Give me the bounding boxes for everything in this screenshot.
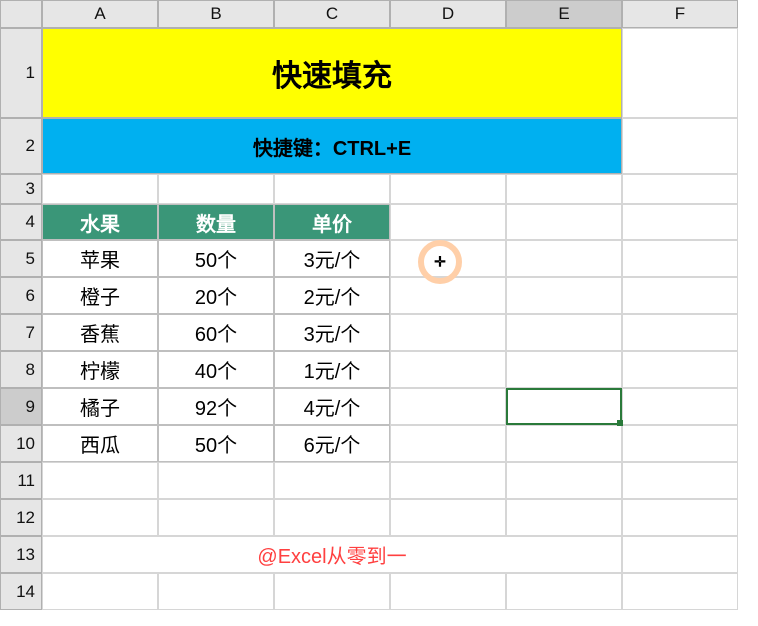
table-row[interactable]: 3元/个 xyxy=(274,314,390,351)
cell-f14[interactable] xyxy=(622,573,738,610)
table-row[interactable]: 50个 xyxy=(158,425,274,462)
credit-text: @Excel从零到一 xyxy=(42,536,622,573)
cell-e9-selected[interactable] xyxy=(506,388,622,425)
row-header-2[interactable]: 2 xyxy=(0,118,42,174)
row-header-13[interactable]: 13 xyxy=(0,536,42,573)
col-header-d[interactable]: D xyxy=(390,0,506,28)
table-row[interactable]: 柠檬 xyxy=(42,351,158,388)
table-row[interactable]: 4元/个 xyxy=(274,388,390,425)
col-header-c[interactable]: C xyxy=(274,0,390,28)
cell-d7[interactable] xyxy=(390,314,506,351)
cell-f3[interactable] xyxy=(622,174,738,204)
cell-f12[interactable] xyxy=(622,499,738,536)
table-row[interactable]: 40个 xyxy=(158,351,274,388)
row-header-1[interactable]: 1 xyxy=(0,28,42,118)
cell-b11[interactable] xyxy=(158,462,274,499)
cell-c12[interactable] xyxy=(274,499,390,536)
cell-e4[interactable] xyxy=(506,204,622,240)
cell-a3[interactable] xyxy=(42,174,158,204)
cell-e7[interactable] xyxy=(506,314,622,351)
table-row[interactable]: 50个 xyxy=(158,240,274,277)
row-header-7[interactable]: 7 xyxy=(0,314,42,351)
spreadsheet-grid[interactable]: A B C D E F 1 快速填充 2 快捷键：CTRL+E 3 4 水果 数… xyxy=(0,0,758,610)
row-header-9[interactable]: 9 xyxy=(0,388,42,425)
cell-d11[interactable] xyxy=(390,462,506,499)
row-header-11[interactable]: 11 xyxy=(0,462,42,499)
cell-d10[interactable] xyxy=(390,425,506,462)
table-row[interactable]: 橘子 xyxy=(42,388,158,425)
cell-f13[interactable] xyxy=(622,536,738,573)
table-row[interactable]: 3元/个 xyxy=(274,240,390,277)
cell-e5[interactable] xyxy=(506,240,622,277)
cell-f5[interactable] xyxy=(622,240,738,277)
cell-e8[interactable] xyxy=(506,351,622,388)
cell-d8[interactable] xyxy=(390,351,506,388)
table-row[interactable]: 香蕉 xyxy=(42,314,158,351)
col-header-a[interactable]: A xyxy=(42,0,158,28)
table-header-price[interactable]: 单价 xyxy=(274,204,390,240)
row-header-14[interactable]: 14 xyxy=(0,573,42,610)
table-row[interactable]: 2元/个 xyxy=(274,277,390,314)
col-header-e[interactable]: E xyxy=(506,0,622,28)
cell-e10[interactable] xyxy=(506,425,622,462)
cell-d14[interactable] xyxy=(390,573,506,610)
subtitle-cell[interactable]: 快捷键：CTRL+E xyxy=(42,118,622,174)
cell-f11[interactable] xyxy=(622,462,738,499)
cell-d6[interactable] xyxy=(390,277,506,314)
table-row[interactable]: 西瓜 xyxy=(42,425,158,462)
row-header-8[interactable]: 8 xyxy=(0,351,42,388)
cell-d12[interactable] xyxy=(390,499,506,536)
cell-f2[interactable] xyxy=(622,118,738,174)
cell-e11[interactable] xyxy=(506,462,622,499)
row-header-3[interactable]: 3 xyxy=(0,174,42,204)
cell-a11[interactable] xyxy=(42,462,158,499)
cell-f8[interactable] xyxy=(622,351,738,388)
cell-f4[interactable] xyxy=(622,204,738,240)
cell-b14[interactable] xyxy=(158,573,274,610)
table-row[interactable]: 1元/个 xyxy=(274,351,390,388)
cell-a14[interactable] xyxy=(42,573,158,610)
cell-c14[interactable] xyxy=(274,573,390,610)
table-header-fruit[interactable]: 水果 xyxy=(42,204,158,240)
cell-e12[interactable] xyxy=(506,499,622,536)
cell-d9[interactable] xyxy=(390,388,506,425)
cell-f6[interactable] xyxy=(622,277,738,314)
cell-e6[interactable] xyxy=(506,277,622,314)
title-cell[interactable]: 快速填充 xyxy=(42,28,622,118)
cell-d3[interactable] xyxy=(390,174,506,204)
table-row[interactable]: 苹果 xyxy=(42,240,158,277)
cell-f1[interactable] xyxy=(622,28,738,118)
select-all-corner[interactable] xyxy=(0,0,42,28)
row-header-5[interactable]: 5 xyxy=(0,240,42,277)
table-header-qty[interactable]: 数量 xyxy=(158,204,274,240)
table-row[interactable]: 橙子 xyxy=(42,277,158,314)
cell-f7[interactable] xyxy=(622,314,738,351)
cell-b3[interactable] xyxy=(158,174,274,204)
cell-a12[interactable] xyxy=(42,499,158,536)
cell-e3[interactable] xyxy=(506,174,622,204)
row-header-6[interactable]: 6 xyxy=(0,277,42,314)
cell-e14[interactable] xyxy=(506,573,622,610)
row-header-4[interactable]: 4 xyxy=(0,204,42,240)
row-header-10[interactable]: 10 xyxy=(0,425,42,462)
table-row[interactable]: 20个 xyxy=(158,277,274,314)
table-row[interactable]: 6元/个 xyxy=(274,425,390,462)
col-header-f[interactable]: F xyxy=(622,0,738,28)
table-row[interactable]: 92个 xyxy=(158,388,274,425)
table-row[interactable]: 60个 xyxy=(158,314,274,351)
cell-f9[interactable] xyxy=(622,388,738,425)
cell-c3[interactable] xyxy=(274,174,390,204)
cell-b12[interactable] xyxy=(158,499,274,536)
cell-c11[interactable] xyxy=(274,462,390,499)
col-header-b[interactable]: B xyxy=(158,0,274,28)
row-header-12[interactable]: 12 xyxy=(0,499,42,536)
cell-d5[interactable] xyxy=(390,240,506,277)
cell-d4[interactable] xyxy=(390,204,506,240)
cell-f10[interactable] xyxy=(622,425,738,462)
